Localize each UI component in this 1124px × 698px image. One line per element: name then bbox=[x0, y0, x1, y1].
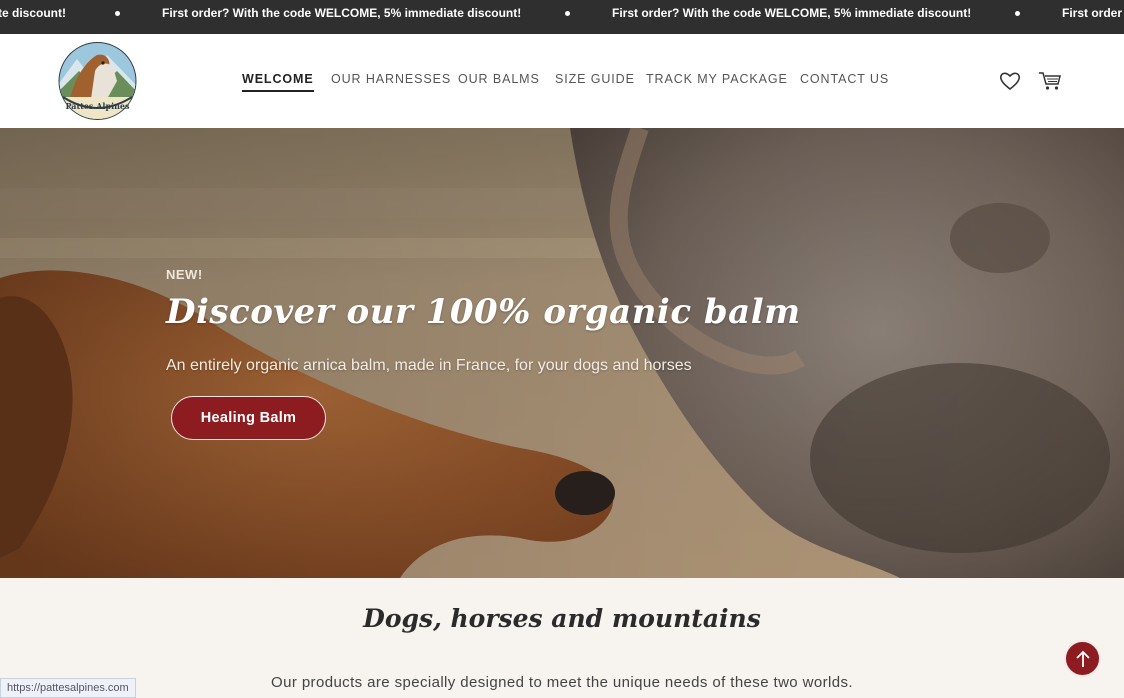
section-text: Our products are specially designed to m… bbox=[271, 674, 853, 691]
nav-size-guide[interactable]: SIZE GUIDE bbox=[555, 72, 635, 86]
hero-banner: NEW! Discover our 100% organic balm An e… bbox=[0, 128, 1124, 578]
nav-our-harnesses[interactable]: OUR HARNESSES bbox=[331, 72, 451, 86]
announcement-text: First order? With the code WELCOME, 5% i… bbox=[612, 6, 972, 20]
section-title: Dogs, horses and mountains bbox=[363, 604, 761, 633]
announcement-text: te discount! bbox=[0, 6, 66, 20]
healing-balm-button[interactable]: Healing Balm bbox=[171, 396, 326, 440]
cart-icon[interactable] bbox=[1038, 70, 1062, 92]
status-bar-url: https://pattesalpines.com bbox=[0, 678, 136, 698]
nav-track-my-package[interactable]: TRACK MY PACKAGE bbox=[646, 72, 788, 86]
intro-section: Dogs, horses and mountains Our products … bbox=[0, 578, 1124, 698]
nav-contact-us[interactable]: CONTACT US bbox=[800, 72, 889, 86]
separator-dot bbox=[1015, 11, 1020, 16]
arrow-up-icon bbox=[1075, 650, 1090, 667]
announcement-text: First order? With the code WELCOME, 5% i… bbox=[162, 6, 522, 20]
nav-welcome[interactable]: WELCOME bbox=[242, 72, 314, 92]
site-logo[interactable]: Pattes Alpines bbox=[57, 41, 138, 121]
separator-dot bbox=[565, 11, 570, 16]
logo-text: Pattes Alpines bbox=[65, 101, 130, 111]
separator-dot bbox=[115, 11, 120, 16]
scroll-to-top-button[interactable] bbox=[1064, 640, 1101, 677]
announcement-text: First order bbox=[1062, 6, 1123, 20]
hero-image bbox=[0, 128, 1124, 578]
heart-icon[interactable] bbox=[998, 70, 1022, 92]
announcement-bar: te discount! First order? With the code … bbox=[0, 0, 1124, 34]
hero-kicker: NEW! bbox=[166, 267, 203, 282]
nav-our-balms[interactable]: OUR BALMS bbox=[458, 72, 540, 86]
hero-title: Discover our 100% organic balm bbox=[166, 292, 801, 332]
site-header: Pattes Alpines WELCOME OUR HARNESSES OUR… bbox=[0, 34, 1124, 128]
hero-subtitle: An entirely organic arnica balm, made in… bbox=[166, 357, 692, 374]
